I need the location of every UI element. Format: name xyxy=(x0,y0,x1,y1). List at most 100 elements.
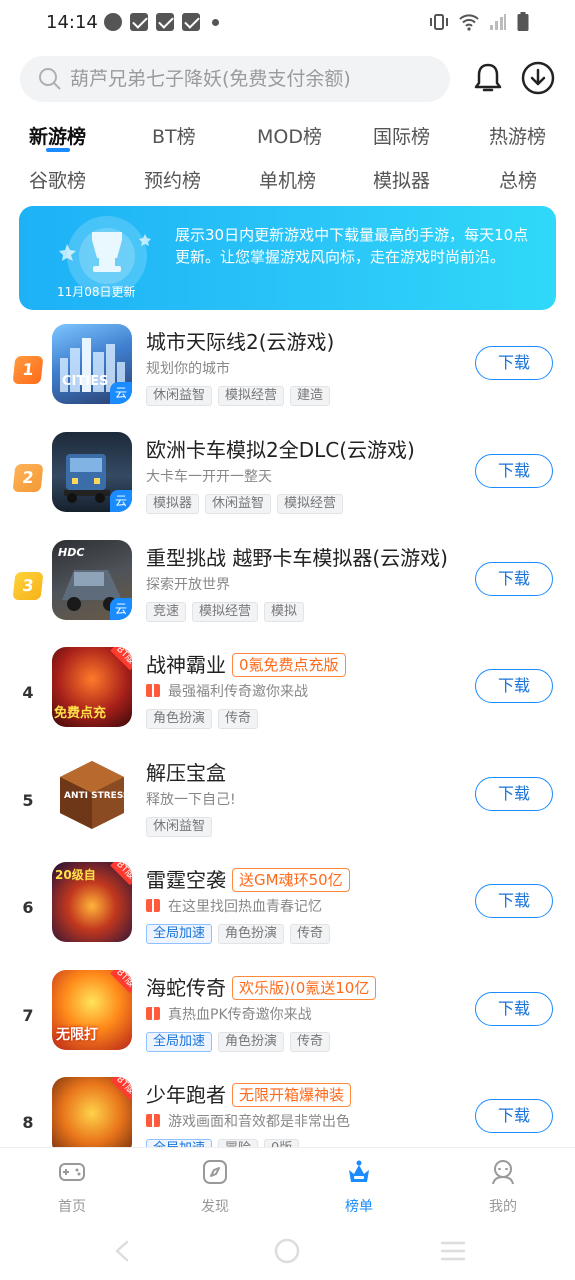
game-tags: 模拟器 休闲益智 模拟经营 xyxy=(146,494,344,514)
notification-icon xyxy=(130,13,148,31)
game-description: 大卡车一开开一整天 xyxy=(146,469,272,485)
game-icon: BT版 免费点充 xyxy=(52,647,132,727)
list-item[interactable]: 1 CITIES 云 城市天际线2(云游戏) 规划你的城市 休闲益智 模拟经营 … xyxy=(0,324,575,424)
bottom-navigation: 首页 发现 榜单 我的 xyxy=(0,1147,575,1222)
download-manager-button[interactable] xyxy=(520,60,556,96)
game-description: 游戏画面和音效都是非常出色 xyxy=(146,1111,350,1131)
download-button[interactable]: 下载 xyxy=(475,992,553,1026)
game-name-text: 雷霆空袭 xyxy=(146,868,226,892)
tag: 建造 xyxy=(290,386,331,406)
game-description: 规划你的城市 xyxy=(146,361,230,377)
tab-mod[interactable]: MOD榜 xyxy=(257,122,322,149)
status-bar: 14:14 xyxy=(0,0,575,48)
promo-tag: 无限开箱爆神装 xyxy=(232,1083,352,1107)
icon-title: ANTI STRESS xyxy=(64,791,130,801)
tag: 模拟 xyxy=(264,602,305,622)
bt-version-tag: BT版 xyxy=(110,647,132,671)
search-bar[interactable] xyxy=(20,56,450,102)
ranking-tabs-row1: 新游榜 BT榜 MOD榜 国际榜 热游榜 xyxy=(0,116,575,156)
nav-home[interactable]: 首页 xyxy=(37,1158,107,1216)
game-icon: BT版 无限打 xyxy=(52,970,132,1050)
game-name: 少年跑者 无限开箱爆神装 xyxy=(146,1079,352,1108)
game-icon: ANTI STRESS xyxy=(52,755,132,835)
signal-icon xyxy=(490,14,506,30)
tab-google[interactable]: 谷歌榜 xyxy=(29,166,86,193)
download-button[interactable]: 下载 xyxy=(475,1099,553,1133)
game-description: 探索开放世界 xyxy=(146,577,230,593)
search-input[interactable] xyxy=(70,68,430,90)
tab-single-player[interactable]: 单机榜 xyxy=(259,166,316,193)
icon-title: HDC xyxy=(58,546,85,559)
acceleration-tag: 全局加速 xyxy=(146,1032,213,1052)
game-description: 释放一下自己! xyxy=(146,792,236,808)
notification-icon xyxy=(182,13,200,31)
download-button[interactable]: 下载 xyxy=(475,777,553,811)
bt-version-tag: BT版 xyxy=(110,862,132,886)
nav-discover[interactable]: 发现 xyxy=(180,1158,250,1216)
game-description-text: 游戏画面和音效都是非常出色 xyxy=(168,1114,350,1130)
banner-description: 展示30日内更新游戏中下载量最高的手游，每天10点更新。让您掌握游戏风向标，走在… xyxy=(175,226,529,266)
nav-profile[interactable]: 我的 xyxy=(468,1158,538,1216)
game-tags: 休闲益智 模拟经营 建造 xyxy=(146,386,331,406)
tab-new-games[interactable]: 新游榜 xyxy=(29,122,86,149)
gift-icon xyxy=(146,684,160,697)
gift-icon xyxy=(146,899,160,912)
tag: 休闲益智 xyxy=(146,817,213,837)
tab-reservation[interactable]: 预约榜 xyxy=(144,166,201,193)
promo-tag: 欢乐版)(0氪送10亿 xyxy=(232,976,377,1000)
rank-number: 6 xyxy=(22,898,34,917)
download-button[interactable]: 下载 xyxy=(475,669,553,703)
home-circle-icon[interactable] xyxy=(274,1238,300,1264)
notification-icons xyxy=(104,13,219,31)
cloud-game-tag: 云 xyxy=(110,382,132,404)
rank-badge: 2 xyxy=(12,464,44,492)
list-item[interactable]: 6 BT版 20级自 雷霆空袭 送GM魂环50亿 在这里找回热血青春记忆 全局加速… xyxy=(0,862,575,962)
tab-overall[interactable]: 总榜 xyxy=(499,166,537,193)
tag: 角色扮演 xyxy=(146,709,213,729)
game-tags: 全局加速 角色扮演 传奇 xyxy=(146,924,331,944)
promo-tag: 0氪免费点充版 xyxy=(232,653,346,677)
rank-badge: 1 xyxy=(12,356,44,384)
bell-button[interactable] xyxy=(470,60,506,96)
download-button[interactable]: 下载 xyxy=(475,884,553,918)
list-item[interactable]: 3 HDC 云 重型挑战 越野卡车模拟器(云游戏) 探索开放世界 竞速 模拟经营… xyxy=(0,540,575,640)
game-name-text: 海蛇传奇 xyxy=(146,976,226,1000)
game-name: 雷霆空袭 送GM魂环50亿 xyxy=(146,864,350,893)
rank-number: 4 xyxy=(22,683,34,702)
rank-number: 7 xyxy=(22,1006,34,1025)
tab-emulator[interactable]: 模拟器 xyxy=(373,166,430,193)
system-status-icons xyxy=(429,12,529,32)
icon-title: CITIES xyxy=(62,374,109,389)
gamepad-icon xyxy=(59,1163,85,1181)
more-notifications-icon xyxy=(212,18,219,26)
list-item[interactable]: 5 ANTI STRESS 解压宝盒 释放一下自己! 休闲益智 下载 xyxy=(0,755,575,855)
game-icon: CITIES 云 xyxy=(52,324,132,404)
nav-ranking[interactable]: 榜单 xyxy=(324,1158,394,1216)
list-item[interactable]: 2 云 欧洲卡车模拟2全DLC(云游戏) 大卡车一开开一整天 模拟器 休闲益智 … xyxy=(0,432,575,532)
profile-icon xyxy=(492,1160,514,1185)
tag: 模拟器 xyxy=(146,494,200,514)
tab-international[interactable]: 国际榜 xyxy=(373,122,430,149)
back-icon[interactable] xyxy=(112,1240,132,1262)
download-button[interactable]: 下载 xyxy=(475,346,553,380)
list-item[interactable]: 7 BT版 无限打 海蛇传奇 欢乐版)(0氪送10亿 真热血PK传奇邀你来战 全局… xyxy=(0,970,575,1070)
download-button[interactable]: 下载 xyxy=(475,562,553,596)
game-icon: 云 xyxy=(52,432,132,512)
game-icon: BT版 20级自 xyxy=(52,862,132,942)
tab-hot[interactable]: 热游榜 xyxy=(489,122,546,149)
game-description-text: 最强福利传奇邀你来战 xyxy=(168,684,308,700)
compass-icon xyxy=(203,1160,227,1184)
download-button[interactable]: 下载 xyxy=(475,454,553,488)
game-name: 解压宝盒 xyxy=(146,761,226,785)
list-item[interactable]: 4 BT版 免费点充 战神霸业 0氪免费点充版 最强福利传奇邀你来战 角色扮演 传… xyxy=(0,647,575,747)
tab-bt[interactable]: BT榜 xyxy=(152,122,196,149)
tag: 传奇 xyxy=(290,924,331,944)
tag: 角色扮演 xyxy=(218,1032,285,1052)
icon-title: 20级自 xyxy=(55,868,96,882)
icon-title: 无限打 xyxy=(56,1027,98,1043)
wifi-icon xyxy=(459,14,479,31)
tag: 模拟经营 xyxy=(218,386,285,406)
recent-apps-icon[interactable] xyxy=(440,1240,466,1262)
game-name: 战神霸业 0氪免费点充版 xyxy=(146,649,346,678)
ranking-tabs-row2: 谷歌榜 预约榜 单机榜 模拟器 总榜 xyxy=(0,160,575,200)
